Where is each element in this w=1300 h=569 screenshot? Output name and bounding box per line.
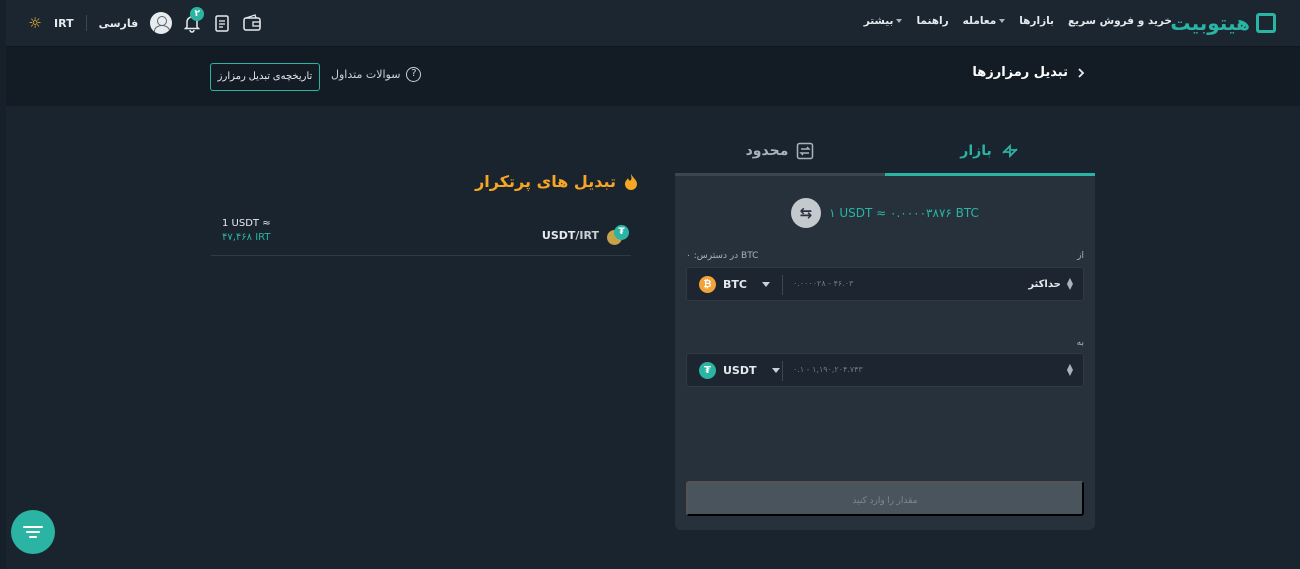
stepper-icon[interactable]: ▲ ▼ — [1067, 277, 1073, 291]
from-coin-select[interactable]: ₿ BTC — [699, 276, 770, 293]
popular-conversion-row[interactable]: USDT/IRT ₮ 1 USDT ≈ ۴۷,۴۶۸ IRT — [211, 214, 631, 256]
pair-rate-value: ۴۷,۴۶۸ IRT — [222, 232, 271, 243]
currency-selector[interactable]: IRT — [54, 17, 74, 30]
to-range-placeholder: ۰.۱ - ۱,۱۹۰,۲۰۴.۷۴۳ — [793, 365, 863, 374]
menu-line — [23, 526, 43, 528]
tab-limit-label: محدود — [745, 142, 789, 159]
tether-icon: ₮ — [699, 362, 716, 379]
to-stepper[interactable]: ▲ ▼ — [1067, 363, 1073, 377]
nav-markets[interactable]: بازارها — [1019, 15, 1054, 27]
chevron-right-icon[interactable] — [1076, 67, 1086, 79]
language-selector[interactable]: فارسی — [99, 17, 139, 30]
clipboard-icon[interactable] — [212, 13, 232, 33]
nav-more[interactable]: بیشتر — [864, 15, 903, 27]
fire-icon — [625, 173, 637, 190]
to-amount-field[interactable]: ₮ USDT ۰.۱ - ۱,۱۹۰,۲۰۴.۷۴۳ ▲ ▼ — [686, 353, 1084, 387]
popular-title-text: تبدیل های پرتکرار — [475, 172, 616, 191]
pair-base: USDT — [541, 228, 576, 242]
logo-text: هیتوبیت — [1170, 11, 1250, 35]
page-header: تبدیل رمزارزها سوالات متداول ? تاریخچه‌ی… — [6, 46, 1300, 106]
pair-rate-prefix: 1 USDT ≈ — [222, 218, 271, 229]
pair-label: USDT/IRT ₮ — [542, 225, 629, 245]
main-content — [6, 106, 1300, 569]
logo[interactable]: هیتوبیت — [1170, 11, 1276, 35]
divider — [782, 275, 783, 295]
toolbar-actions: ☼ IRT فارسی ۲ — [26, 7, 262, 36]
swap-direction-icon[interactable]: ⇆ — [791, 198, 822, 228]
to-coin-select[interactable]: ₮ USDT — [699, 362, 780, 379]
converter-panel: ⇆ ۱ USDT ≈ ۰.۰۰۰۰۳۸۷۶ BTC از در دسترس: ۰… — [675, 176, 1095, 530]
tab-market[interactable]: بازار — [885, 128, 1095, 176]
nav-trade[interactable]: معامله — [963, 15, 1006, 27]
nav-quick-trade[interactable]: خرید و فروش سریع — [1068, 15, 1172, 27]
divider — [782, 361, 783, 381]
bell-icon[interactable]: ۲ — [182, 7, 205, 33]
converter-widget: بازار محدود ⇆ ۱ USDT ≈ ۰.۰۰۰۰۳۸۷۶ BTC از… — [675, 128, 1095, 530]
avatar-icon[interactable] — [150, 12, 173, 34]
filter-menu-button[interactable] — [11, 510, 55, 554]
to-label: به — [1076, 338, 1084, 348]
pair-quote: IRT — [579, 228, 599, 242]
question-icon: ? — [406, 67, 422, 82]
chevron-down-icon — [771, 368, 780, 373]
to-coin-label: USDT — [723, 364, 757, 377]
from-amount-field[interactable]: ₿ BTC ۰.۰۰۰۰۲۸ - ۴۶.۰۳ حداکثر ▲ ▼ — [686, 267, 1084, 301]
tab-market-label: بازار — [960, 142, 992, 159]
nav-trade-label: معامله — [962, 15, 997, 27]
from-label: از — [1077, 251, 1084, 261]
chevron-down-icon — [761, 282, 770, 287]
exchange-rate: ⇆ ۱ USDT ≈ ۰.۰۰۰۰۳۸۷۶ BTC — [675, 198, 1095, 228]
rate-text: ۱ USDT ≈ ۰.۰۰۰۰۳۸۷۶ BTC — [829, 206, 979, 220]
main-nav: خرید و فروش سریع بازارها معامله راهنما ب… — [864, 15, 1172, 27]
page-title: تبدیل رمزارزها — [972, 65, 1086, 80]
chevron-down-icon — [896, 19, 903, 23]
converter-tabs: بازار محدود — [675, 128, 1095, 176]
stepper-icon[interactable]: ▲ ▼ — [1067, 363, 1073, 377]
swap-arrows-icon — [1002, 143, 1018, 158]
limit-swap-icon — [797, 142, 814, 159]
top-navbar: هیتوبیت خرید و فروش سریع بازارها معامله … — [6, 0, 1300, 46]
divider — [85, 15, 87, 31]
nav-more-label: بیشتر — [863, 15, 894, 27]
chevron-down-icon — [999, 19, 1006, 23]
max-label: حداکثر — [1028, 278, 1061, 290]
bitcoin-icon: ₿ — [699, 276, 716, 293]
faq-label: سوالات متداول — [331, 68, 401, 81]
from-coin-label: BTC — [723, 278, 747, 291]
submit-button[interactable]: مقدار را وارد کنید — [686, 481, 1084, 516]
faq-link[interactable]: سوالات متداول ? — [331, 67, 422, 82]
wallet-icon[interactable] — [242, 13, 262, 33]
max-button[interactable]: حداکثر ▲ ▼ — [1028, 277, 1073, 291]
menu-line — [26, 531, 40, 533]
tab-limit[interactable]: محدود — [675, 128, 885, 176]
pair-coins-icon: ₮ — [607, 225, 629, 245]
available-balance: در دسترس: ۰ BTC — [686, 251, 759, 261]
page-title-text: تبدیل رمزارزها — [972, 65, 1068, 80]
menu-line — [29, 536, 37, 538]
conversion-history-button[interactable]: تاریخچه‌ی تبدیل رمزارز — [210, 63, 320, 91]
nav-help[interactable]: راهنما — [916, 15, 948, 27]
sun-icon[interactable]: ☼ — [26, 14, 44, 32]
logo-mark-icon — [1256, 13, 1276, 33]
from-range-placeholder: ۰.۰۰۰۰۲۸ - ۴۶.۰۳ — [793, 279, 854, 288]
pair-rate: 1 USDT ≈ ۴۷,۴۶۸ IRT — [222, 218, 271, 243]
popular-conversions-title: تبدیل های پرتکرار — [475, 172, 638, 191]
